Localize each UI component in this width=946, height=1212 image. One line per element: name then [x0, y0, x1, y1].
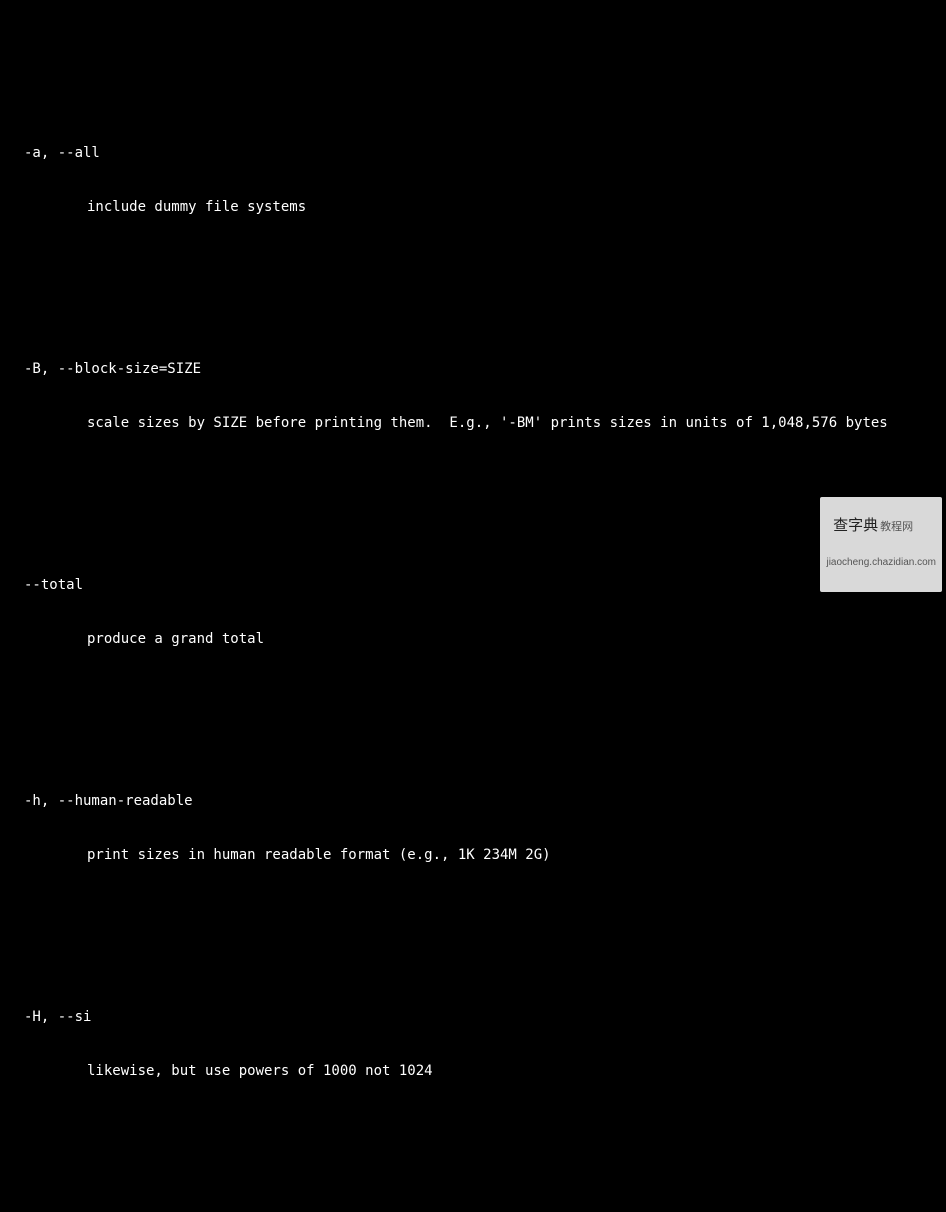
watermark-url: jiaocheng.chazidian.com — [826, 554, 936, 572]
option-h: -h, --human-readable print sizes in huma… — [24, 756, 946, 900]
option-a: -a, --all include dummy file systems — [24, 108, 946, 252]
watermark: 查字典教程网 jiaocheng.chazidian.com — [820, 497, 942, 592]
watermark-main: 查字典 — [833, 517, 878, 534]
option-desc: likewise, but use powers of 1000 not 102… — [24, 1062, 946, 1080]
option-B: -B, --block-size=SIZE scale sizes by SIZ… — [24, 324, 946, 468]
option-i: -i, --inodes list inode information inst… — [24, 1188, 946, 1212]
option-desc: produce a grand total — [24, 630, 946, 648]
option-flag: -B, --block-size=SIZE — [24, 360, 946, 378]
option-desc: scale sizes by SIZE before printing them… — [24, 414, 946, 432]
option-flag: -a, --all — [24, 144, 946, 162]
option-flag: -H, --si — [24, 1008, 946, 1026]
option-flag: -h, --human-readable — [24, 792, 946, 810]
watermark-sub: 教程网 — [880, 521, 913, 533]
option-desc: include dummy file systems — [24, 198, 946, 216]
option-H: -H, --si likewise, but use powers of 100… — [24, 972, 946, 1116]
option-flag: --total — [24, 576, 946, 594]
manpage-content: -a, --all include dummy file systems -B,… — [24, 72, 946, 1212]
option-total: --total produce a grand total — [24, 540, 946, 684]
option-desc: print sizes in human readable format (e.… — [24, 846, 946, 864]
